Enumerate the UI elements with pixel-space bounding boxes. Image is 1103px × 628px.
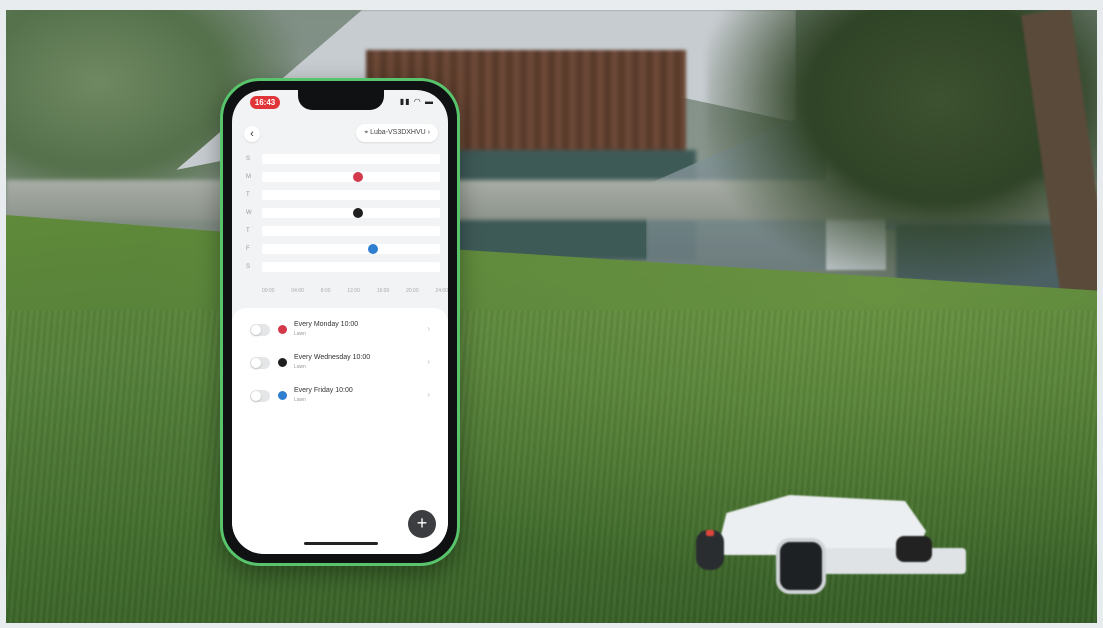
day-row: T (246, 188, 442, 202)
weekly-schedule-grid: S M T W T F S (246, 152, 442, 284)
day-track (262, 172, 440, 182)
day-label: W (246, 210, 252, 216)
day-row: T (246, 224, 442, 238)
robot-mower (696, 490, 966, 594)
day-row: F (246, 242, 442, 256)
day-label: S (246, 264, 251, 270)
day-track (262, 244, 440, 254)
mower-wheel-right (896, 536, 932, 562)
schedule-subtitle: Lawn (294, 397, 306, 403)
day-label: T (246, 228, 250, 234)
day-track (262, 262, 440, 272)
schedule-title: Every Friday 10:00 (294, 387, 353, 394)
schedule-item[interactable]: Every Friday 10:00 Lawn › (232, 382, 448, 412)
hour-tick: 24:00 (435, 288, 448, 294)
phone-notch (298, 90, 384, 110)
hour-tick: 04:00 (291, 288, 304, 294)
schedule-item[interactable]: Every Monday 10:00 Lawn › (232, 316, 448, 346)
schedule-title: Every Monday 10:00 (294, 321, 359, 328)
day-row: S (246, 260, 442, 274)
schedule-toggle[interactable] (250, 324, 270, 336)
schedule-item[interactable]: Every Wednesday 10:00 Lawn › (232, 349, 448, 379)
day-track (262, 208, 440, 218)
mower-wheel-front (696, 530, 724, 570)
chevron-right-icon: › (427, 357, 430, 366)
hour-tick: 12:00 (347, 288, 360, 294)
phone-mockup: 16:43 ▮▮ ◠ ▬ ‹ ⌖ Luba-VS3DXHVU › SMTWTFS… (220, 78, 460, 566)
day-track (262, 226, 440, 236)
background-photo (6, 10, 1097, 623)
status-time: 16:43 (250, 96, 280, 109)
schedule-subtitle: Lawn (294, 364, 306, 370)
schedule-subtitle: Lawn (294, 331, 306, 337)
schedule-toggle[interactable] (250, 390, 270, 402)
chevron-right-icon: › (427, 390, 430, 399)
add-schedule-button[interactable]: + (408, 510, 436, 538)
day-row: S (246, 152, 442, 166)
schedule-title: Every Wednesday 10:00 (294, 354, 371, 361)
day-label: F (246, 246, 250, 252)
hour-tick: 16:00 (376, 288, 390, 294)
day-track (262, 154, 440, 164)
hour-tick: 00:00 (262, 288, 275, 294)
schedule-marker[interactable] (353, 172, 364, 182)
mower-bumper (806, 548, 966, 574)
schedule-color-dot (278, 358, 287, 367)
day-row: M (246, 170, 442, 184)
app-header: ‹ ⌖ Luba-VS3DXHVU › (232, 120, 448, 148)
schedule-color-dot (278, 391, 287, 400)
day-track (262, 190, 440, 200)
chevron-right-icon: › (427, 324, 430, 333)
back-button[interactable]: ‹ (244, 126, 260, 142)
schedule-color-dot (278, 325, 287, 334)
home-indicator (304, 542, 378, 545)
mower-light (706, 530, 714, 536)
mower-wheel-rear (776, 538, 826, 594)
day-row: W (246, 206, 442, 220)
schedule-marker[interactable] (353, 208, 364, 218)
device-name: Luba-VS3DXHVU › (370, 129, 430, 136)
schedule-toggle[interactable] (250, 357, 270, 369)
day-label: S (246, 156, 251, 162)
hour-tick: 8:00 (320, 288, 331, 294)
device-selector[interactable]: ⌖ Luba-VS3DXHVU › (356, 124, 438, 142)
schedule-marker[interactable] (368, 244, 379, 254)
status-icons: ▮▮ ◠ ▬ (399, 97, 434, 106)
day-label: M (246, 174, 251, 180)
day-label: T (246, 192, 250, 198)
hour-axis: 00:00 04:00 8:00 12:00 16:00 20:00 24:00 (262, 288, 448, 298)
app-screen: 16:43 ▮▮ ◠ ▬ ‹ ⌖ Luba-VS3DXHVU › SMTWTFS… (232, 90, 448, 554)
hour-tick: 20:00 (406, 288, 419, 294)
